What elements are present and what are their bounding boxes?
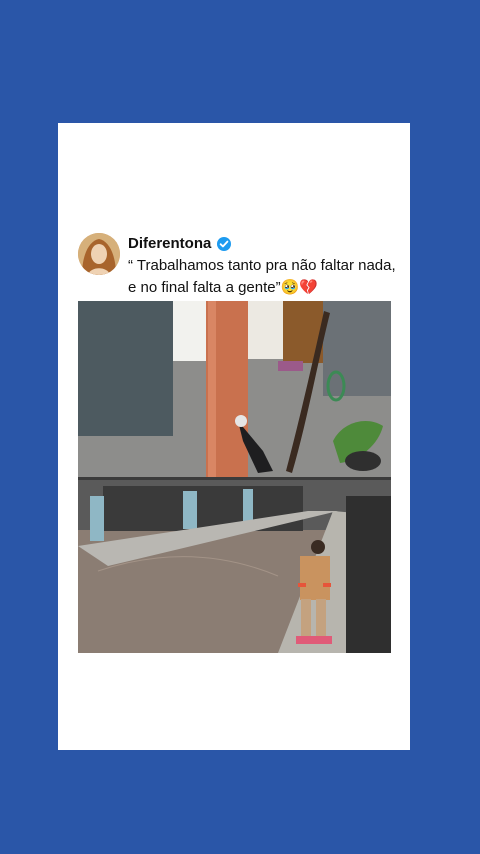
username[interactable]: Diferentona: [128, 235, 211, 252]
avatar-image: [78, 233, 120, 275]
username-row: Diferentona: [128, 235, 232, 252]
avatar[interactable]: [78, 233, 120, 275]
post-text: “ Trabalhamos tanto pra não faltar nada,…: [128, 257, 396, 296]
cctv-video-frame: [78, 301, 391, 653]
post-media[interactable]: [78, 301, 391, 653]
post-card: Diferentona “ Trabalhamos tanto pra não …: [58, 123, 410, 750]
verified-badge-icon: [217, 236, 232, 251]
